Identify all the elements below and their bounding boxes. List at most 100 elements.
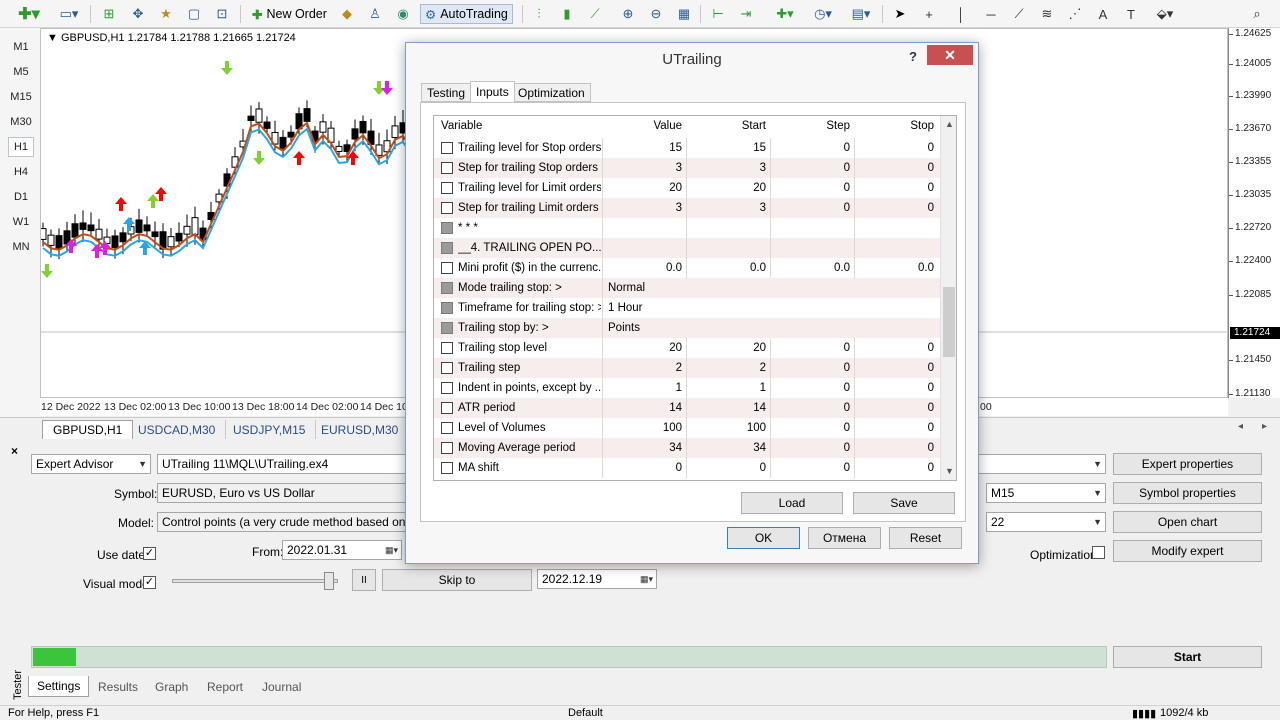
- input-stop[interactable]: [854, 238, 938, 258]
- scroll-up-icon[interactable]: ▲: [945, 119, 954, 129]
- chart-tab-usdjpy[interactable]: USDJPY,M15: [223, 420, 317, 439]
- chart-tab-usdcad[interactable]: USDCAD,M30: [128, 420, 227, 439]
- grid-scrollbar[interactable]: ▲ ▼: [940, 116, 956, 480]
- optimize-checkbox[interactable]: [441, 342, 453, 354]
- terminal-icon[interactable]: ▢: [183, 3, 205, 25]
- tab-report[interactable]: Report: [199, 676, 251, 697]
- input-value[interactable]: 34: [602, 438, 686, 458]
- timeframe-w1[interactable]: W1: [8, 212, 34, 232]
- autotrading-button[interactable]: ⚙ AutoTrading: [420, 4, 513, 24]
- indicators-icon[interactable]: ✚▾: [770, 3, 800, 25]
- input-step[interactable]: 0.0: [770, 258, 854, 278]
- input-start[interactable]: 0.0: [686, 258, 770, 278]
- input-start[interactable]: 2: [686, 358, 770, 378]
- search-icon[interactable]: ⌕: [1246, 3, 1268, 25]
- input-start[interactable]: [686, 218, 770, 238]
- input-value[interactable]: 14: [602, 398, 686, 418]
- load-button[interactable]: Load: [741, 492, 843, 514]
- input-value[interactable]: 2: [602, 358, 686, 378]
- grid-scrollbar-thumb[interactable]: [943, 287, 955, 357]
- input-step[interactable]: 0: [770, 178, 854, 198]
- help-icon[interactable]: ?: [909, 49, 917, 64]
- optimization-checkbox[interactable]: [1092, 546, 1105, 559]
- tab-optimization[interactable]: Optimization: [512, 83, 591, 102]
- tab-journal[interactable]: Journal: [254, 676, 309, 697]
- input-stop[interactable]: 0: [854, 378, 938, 398]
- start-button[interactable]: Start: [1113, 646, 1262, 668]
- tab-testing[interactable]: Testing: [421, 83, 472, 102]
- input-step[interactable]: [770, 238, 854, 258]
- tab-graph[interactable]: Graph: [147, 676, 196, 697]
- input-step[interactable]: 0: [770, 438, 854, 458]
- input-step[interactable]: 0: [770, 158, 854, 178]
- skip-date-input[interactable]: 2022.12.19 ▦▾: [537, 569, 657, 589]
- tab-settings[interactable]: Settings: [28, 676, 90, 697]
- input-row[interactable]: Trailing step 2 2 0 0: [434, 358, 940, 378]
- visual-mode-checkbox[interactable]: ✓: [143, 576, 156, 589]
- chart-shift-icon[interactable]: ⊢: [707, 3, 729, 25]
- input-stop[interactable]: 0: [854, 138, 938, 158]
- input-row[interactable]: Trailing stop level 20 20 0 0: [434, 338, 940, 358]
- optimize-checkbox[interactable]: [441, 462, 453, 474]
- signals-icon[interactable]: ♙: [364, 3, 386, 25]
- input-value[interactable]: Points: [602, 318, 938, 338]
- input-stop[interactable]: 0: [854, 158, 938, 178]
- input-value[interactable]: 0: [602, 458, 686, 478]
- open-chart-button[interactable]: Open chart: [1113, 511, 1262, 533]
- input-row[interactable]: Moving Average period 34 34 0 0: [434, 438, 940, 458]
- input-step[interactable]: 0: [770, 378, 854, 398]
- input-row[interactable]: Mode trailing stop: > Normal: [434, 278, 940, 298]
- vertical-line-icon[interactable]: │: [950, 3, 972, 25]
- autoscroll-icon[interactable]: ⇥: [735, 3, 757, 25]
- input-row[interactable]: ATR period 14 14 0 0: [434, 398, 940, 418]
- timeframe-h1[interactable]: H1: [8, 137, 34, 157]
- input-row[interactable]: MA shift 0 0 0 0: [434, 458, 940, 478]
- fibonacci-icon[interactable]: ≋: [1036, 3, 1058, 25]
- input-stop[interactable]: 0: [854, 358, 938, 378]
- use-date-checkbox[interactable]: ✓: [143, 547, 156, 560]
- optimize-checkbox[interactable]: [441, 142, 453, 154]
- spread-select[interactable]: 22 ▼: [986, 512, 1106, 532]
- timeframe-m30[interactable]: M30: [8, 112, 34, 132]
- navigator-icon[interactable]: ✥: [127, 3, 149, 25]
- input-value[interactable]: 20: [602, 338, 686, 358]
- tab-inputs[interactable]: Inputs: [470, 81, 515, 102]
- input-stop[interactable]: 0: [854, 418, 938, 438]
- input-value[interactable]: 1: [602, 378, 686, 398]
- input-stop[interactable]: 0: [854, 458, 938, 478]
- ok-button[interactable]: OK: [727, 527, 800, 549]
- pause-button[interactable]: II: [352, 569, 376, 591]
- input-step[interactable]: 0: [770, 358, 854, 378]
- period-select[interactable]: M15 ▼: [986, 483, 1106, 503]
- tab-results[interactable]: Results: [90, 676, 146, 697]
- input-row[interactable]: Mini profit ($) in the currenc... 0.0 0.0 0…: [434, 258, 940, 278]
- input-row[interactable]: Indent in points, except by ... 1 1 0 0: [434, 378, 940, 398]
- input-step[interactable]: 0: [770, 338, 854, 358]
- input-value[interactable]: 3: [602, 158, 686, 178]
- input-value[interactable]: 15: [602, 138, 686, 158]
- input-value[interactable]: 3: [602, 198, 686, 218]
- input-start[interactable]: 1: [686, 378, 770, 398]
- input-row[interactable]: Trailing stop by: > Points: [434, 318, 940, 338]
- input-value[interactable]: 0.0: [602, 258, 686, 278]
- input-stop[interactable]: 0.0: [854, 258, 938, 278]
- metaeditor-icon[interactable]: ◆: [336, 3, 358, 25]
- input-step[interactable]: 0: [770, 198, 854, 218]
- input-start[interactable]: 3: [686, 198, 770, 218]
- input-start[interactable]: 34: [686, 438, 770, 458]
- input-stop[interactable]: [854, 218, 938, 238]
- visual-speed-slider[interactable]: [172, 579, 338, 583]
- input-row[interactable]: Trailing level for Limit orders 20 20 0 0: [434, 178, 940, 198]
- input-value[interactable]: 1 Hour: [602, 298, 938, 318]
- timeframe-mn[interactable]: MN: [8, 237, 34, 257]
- arrows-icon[interactable]: ⋰: [1064, 3, 1086, 25]
- optimize-checkbox[interactable]: [441, 442, 453, 454]
- input-stop[interactable]: 0: [854, 198, 938, 218]
- input-start[interactable]: 15: [686, 138, 770, 158]
- input-step[interactable]: 0: [770, 398, 854, 418]
- save-button[interactable]: Save: [853, 492, 955, 514]
- input-row[interactable]: Timeframe for trailing stop: >1 Hour: [434, 298, 940, 318]
- optimize-checkbox[interactable]: [441, 422, 453, 434]
- input-row[interactable]: Level of Volumes 100 100 0 0: [434, 418, 940, 438]
- zoom-in-icon[interactable]: ⊕: [617, 3, 639, 25]
